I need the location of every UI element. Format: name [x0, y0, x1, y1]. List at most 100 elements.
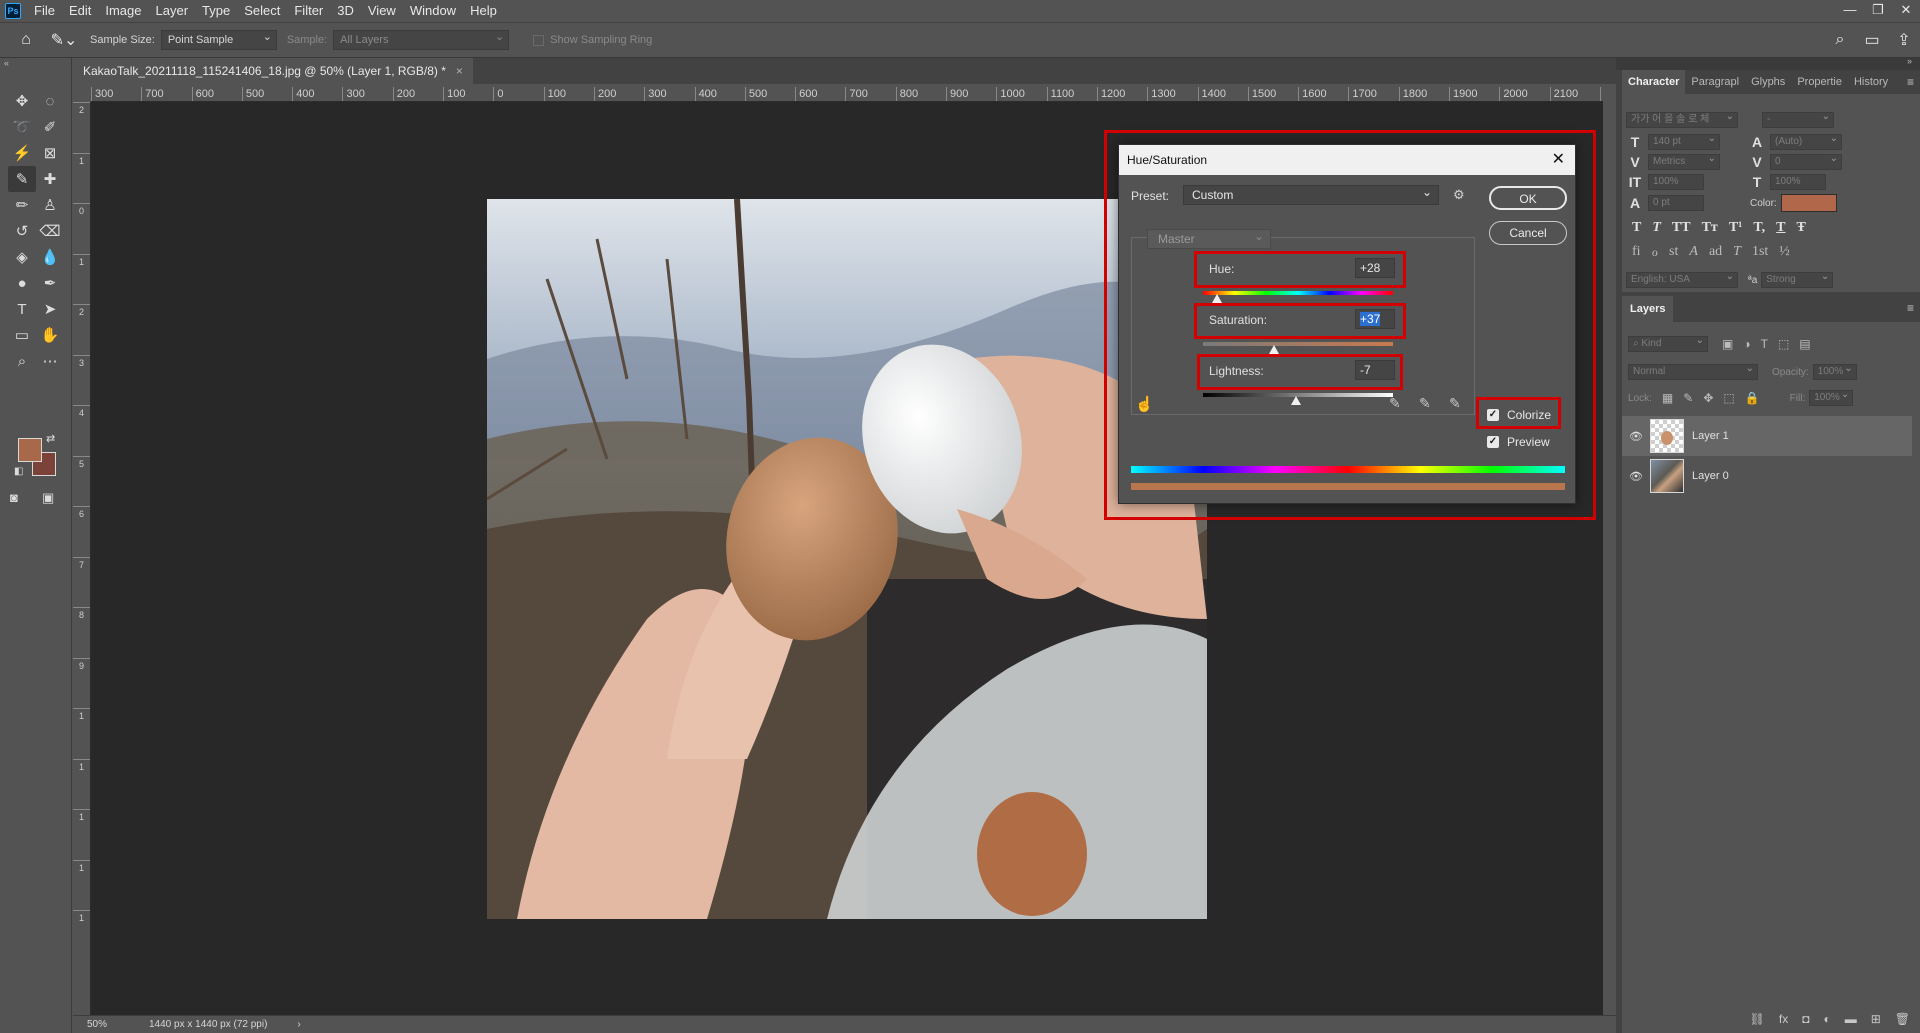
font-size-field[interactable]: 140 pt — [1648, 132, 1720, 150]
eyedropper-plus-icon[interactable]: ✎ — [1419, 395, 1431, 412]
ordinals-button[interactable]: 1st — [1752, 244, 1768, 261]
tracking-field[interactable]: 0 — [1770, 152, 1842, 170]
lightness-input[interactable]: -7 — [1355, 360, 1395, 380]
restore-button[interactable]: ❐ — [1864, 0, 1892, 22]
sampling-ring-checkbox[interactable] — [533, 34, 545, 46]
fractions-button[interactable]: ½ — [1779, 244, 1790, 261]
preset-options-gear-icon[interactable]: ⚙ — [1453, 187, 1465, 203]
faux-italic-button[interactable]: T — [1652, 220, 1661, 236]
discretionary-ligatures-button[interactable]: st — [1669, 244, 1678, 261]
quick-select-tool-icon[interactable]: ✐ — [36, 114, 64, 140]
old-style-button[interactable]: ℴ — [1652, 244, 1658, 261]
eraser-tool-icon[interactable]: ⌫ — [36, 218, 64, 244]
eyedropper-tool-icon[interactable]: ✎ — [8, 166, 36, 192]
sample-size-dropdown[interactable]: Point Sample — [160, 28, 277, 50]
layer-row-layer-0[interactable]: 👁 Layer 0 — [1622, 456, 1912, 496]
layer-kind-filter[interactable]: ⌕ Kind — [1628, 334, 1708, 352]
strikethrough-button[interactable]: Ŧ — [1797, 220, 1806, 236]
workspace-icon[interactable]: ▭ — [1856, 30, 1888, 50]
layer-row-layer-1[interactable]: 👁 Layer 1 — [1622, 416, 1912, 456]
pen-tool-icon[interactable]: ✒ — [36, 270, 64, 296]
stylistic-alternates-button[interactable]: ad — [1709, 244, 1722, 261]
opacity-field[interactable]: 100% — [1812, 362, 1857, 380]
hue-slider-track[interactable] — [1203, 291, 1393, 295]
move-tool-icon[interactable]: ✥ — [8, 88, 36, 114]
layer-name[interactable]: Layer 1 — [1692, 430, 1729, 442]
dialog-titlebar[interactable]: Hue/Saturation ✕ — [1119, 145, 1575, 175]
channel-dropdown[interactable]: Master — [1147, 227, 1271, 249]
faux-bold-button[interactable]: T — [1632, 220, 1641, 236]
text-color-swatch[interactable] — [1780, 194, 1837, 212]
visibility-eye-icon[interactable]: 👁 — [1622, 430, 1650, 443]
collapse-panels-icon[interactable]: » — [1907, 56, 1912, 66]
baseline-shift-field[interactable]: 0 pt — [1648, 195, 1704, 211]
zoom-level[interactable]: 50% — [73, 1019, 129, 1030]
tab-properties[interactable]: Propertie — [1791, 70, 1848, 94]
swap-colors-icon[interactable]: ⇄ — [46, 432, 55, 445]
path-select-tool-icon[interactable]: ➤ — [36, 296, 64, 322]
subscript-button[interactable]: T, — [1753, 220, 1765, 236]
saturation-input[interactable]: +37 — [1355, 309, 1395, 329]
home-icon[interactable]: ⌂ — [10, 31, 42, 49]
search-icon[interactable]: ⌕ — [1824, 31, 1856, 49]
type-tool-icon[interactable]: T — [8, 296, 36, 322]
stamp-tool-icon[interactable]: ♙ — [36, 192, 64, 218]
minimize-button[interactable]: — — [1836, 0, 1864, 22]
menu-filter[interactable]: Filter — [287, 0, 330, 22]
lock-all-icon[interactable]: 🔒 — [1745, 391, 1760, 405]
hue-slider-thumb[interactable] — [1212, 294, 1222, 303]
cancel-button[interactable]: Cancel — [1489, 221, 1567, 245]
preview-option[interactable]: ✓ Preview — [1487, 435, 1550, 449]
menu-help[interactable]: Help — [463, 0, 504, 22]
saturation-slider-track[interactable] — [1203, 342, 1393, 346]
leading-field[interactable]: (Auto) — [1770, 132, 1842, 150]
sample-dropdown[interactable]: All Layers — [333, 28, 510, 50]
filter-adjustment-icon[interactable]: ◑ — [1743, 337, 1750, 351]
lightness-slider-thumb[interactable] — [1291, 396, 1301, 405]
hand-tool-icon[interactable]: ✋ — [36, 322, 64, 348]
frame-tool-icon[interactable]: ⊠ — [36, 140, 64, 166]
antialias-dropdown[interactable]: Strong — [1761, 270, 1834, 288]
layer-name[interactable]: Layer 0 — [1692, 470, 1729, 482]
menu-edit[interactable]: Edit — [62, 0, 98, 22]
titling-alternates-button[interactable]: T — [1733, 244, 1741, 261]
ligatures-button[interactable]: fi — [1632, 244, 1641, 261]
swash-button[interactable]: A — [1689, 244, 1698, 261]
saturation-slider-thumb[interactable] — [1269, 345, 1279, 354]
small-caps-button[interactable]: Tт — [1702, 220, 1718, 236]
healing-brush-tool-icon[interactable]: ✚ — [36, 166, 64, 192]
tab-history[interactable]: History — [1848, 70, 1894, 94]
lock-pixels-icon[interactable]: ✎ — [1683, 391, 1693, 405]
eyedropper-minus-icon[interactable]: ✎ — [1449, 395, 1461, 412]
font-family-field[interactable]: 가가 어 을 솔 로 체 — [1626, 110, 1738, 128]
lock-position-icon[interactable]: ✥ — [1703, 391, 1713, 405]
zoom-tool-icon[interactable]: ⌕ — [8, 348, 36, 374]
new-group-icon[interactable]: ▬ — [1845, 1012, 1857, 1026]
marquee-tool-icon[interactable]: ◌ — [36, 88, 64, 114]
font-style-field[interactable]: - — [1762, 110, 1834, 128]
paint-bucket-tool-icon[interactable]: ◈ — [8, 244, 36, 270]
status-menu-arrow[interactable]: › — [297, 1019, 300, 1030]
menu-3d[interactable]: 3D — [330, 0, 361, 22]
more-tools-icon[interactable]: ⋯ — [36, 348, 64, 374]
underline-button[interactable]: T — [1776, 220, 1785, 236]
vertical-scale-field[interactable]: 100% — [1648, 174, 1704, 190]
close-window-button[interactable]: ✕ — [1892, 0, 1920, 22]
quick-mask-icon[interactable]: ◙ — [10, 490, 18, 505]
colorize-option[interactable]: ✓ Colorize — [1487, 408, 1551, 422]
document-tab[interactable]: KakaoTalk_20211118_115241406_18.jpg @ 50… — [73, 58, 473, 84]
add-mask-icon[interactable]: ◘ — [1802, 1012, 1809, 1026]
preview-checkbox[interactable]: ✓ — [1487, 436, 1499, 448]
default-colors-icon[interactable]: ◧ — [14, 466, 23, 477]
menu-select[interactable]: Select — [237, 0, 287, 22]
superscript-button[interactable]: T¹ — [1729, 220, 1743, 236]
hue-input[interactable]: +28 — [1355, 258, 1395, 278]
preset-dropdown[interactable]: Custom — [1183, 183, 1439, 205]
all-caps-button[interactable]: TT — [1672, 220, 1691, 236]
lock-artboard-icon[interactable]: ⬚ — [1723, 391, 1734, 405]
filter-smart-object-icon[interactable]: ▤ — [1799, 337, 1810, 351]
link-layers-icon[interactable]: ⛓ — [1750, 1012, 1765, 1026]
dodge-tool-icon[interactable]: ● — [8, 270, 36, 296]
filter-type-icon[interactable]: T — [1761, 337, 1768, 351]
layer-style-icon[interactable]: fx — [1779, 1012, 1788, 1026]
